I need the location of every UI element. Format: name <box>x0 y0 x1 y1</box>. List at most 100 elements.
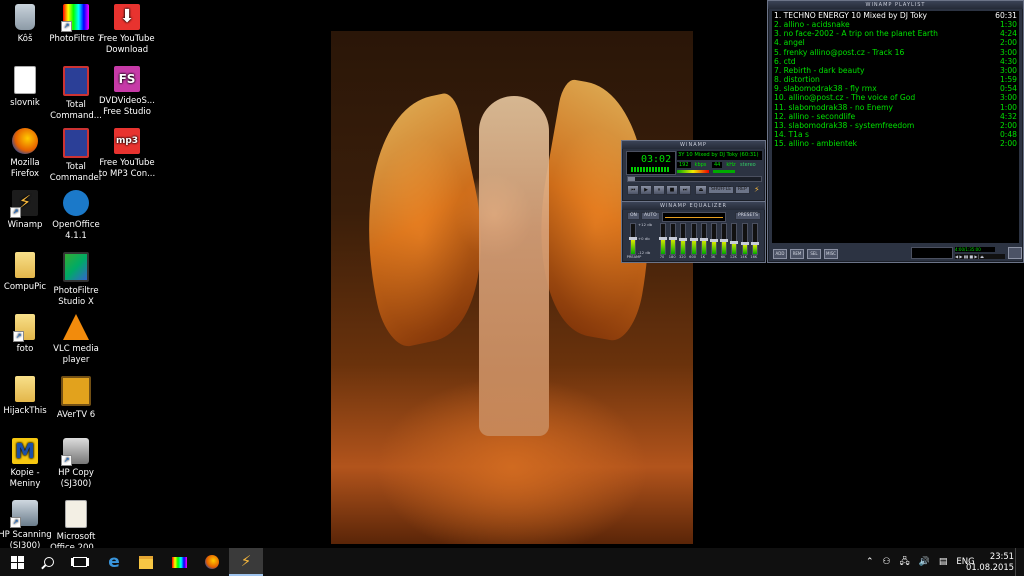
winamp-equalizer-window[interactable]: WINAMP EQUALIZER ON AUTO PRESETS +12 db … <box>621 201 766 263</box>
desktop-icon-hijackthis[interactable]: HijackThis <box>0 372 54 417</box>
desktop-icon-photofiltre-7[interactable]: ↗ PhotoFiltre 7 <box>47 0 105 45</box>
show-desktop-button[interactable] <box>1015 548 1024 576</box>
eq-band-slider[interactable] <box>679 223 688 255</box>
eject-icon[interactable]: ⏏ <box>695 185 707 195</box>
desktop-icon-avertv[interactable]: AVerTV 6 <box>47 372 105 421</box>
taskbar-explorer[interactable] <box>129 548 163 576</box>
eq-band-slider[interactable] <box>750 223 759 255</box>
eq-band-slider[interactable] <box>699 223 708 255</box>
winamp-seek-bar[interactable] <box>627 176 762 182</box>
network-icon[interactable]: 🖧 <box>900 554 910 570</box>
eq-band-knob[interactable] <box>740 242 749 246</box>
eq-on-toggle[interactable]: ON <box>627 212 640 220</box>
playlist-row[interactable]: 4. angel 2:00 <box>772 38 1019 47</box>
desktop-icon-photofiltre-studio[interactable]: PhotoFiltre Studio X <box>47 248 105 308</box>
eq-band-slider[interactable] <box>710 223 718 255</box>
eq-preamp-knob[interactable] <box>629 237 637 240</box>
winamp-playlist-window[interactable]: WINAMP PLAYLIST 1. TECHNO ENERGY 10 Mixe… <box>767 0 1024 263</box>
action-center-icon[interactable]: ▤ <box>939 557 948 567</box>
eq-preamp-slider[interactable] <box>629 223 637 255</box>
desktop-icon-recycle-bin[interactable]: Kôš <box>0 0 54 45</box>
winamp-visualizer[interactable] <box>631 167 669 172</box>
playlist-mini-controls[interactable]: ◀ ▶ ▮▮ ■ ▶| ⏏ <box>955 254 1005 259</box>
playlist-row[interactable]: 8. distortion 1:59 <box>772 75 1019 84</box>
playlist-row[interactable]: 7. Rebirth - dark beauty 3:00 <box>772 66 1019 75</box>
winamp-playlist-title-bar[interactable]: WINAMP PLAYLIST <box>768 1 1023 9</box>
playlist-row[interactable]: 15. allino - ambientek 2:00 <box>772 139 1019 148</box>
eq-band-slider[interactable] <box>740 223 749 255</box>
eq-auto-toggle[interactable]: AUTO <box>641 212 660 220</box>
eq-band-knob[interactable] <box>720 239 729 243</box>
desktop-icon-hp-scanning[interactable]: ↗ HP Scanning (SJ300) <box>0 496 54 552</box>
winamp-shuffle-button[interactable]: SHUFFLE <box>708 186 735 194</box>
eq-band-knob[interactable] <box>689 238 698 241</box>
pause-icon[interactable]: ⏸ <box>653 185 665 195</box>
task-view-button[interactable] <box>63 548 97 576</box>
eq-band-slider[interactable] <box>720 223 729 255</box>
volume-icon[interactable]: 🔊 <box>919 557 930 567</box>
play-icon[interactable]: ▶ <box>640 185 652 195</box>
playlist-row[interactable]: 5. frenky allino@post.cz - Track 16 3:00 <box>772 48 1019 57</box>
tray-app-icon[interactable]: ⚇ <box>883 557 891 567</box>
desktop-icon-total-commander-2[interactable]: Total Commander <box>47 124 105 184</box>
eq-presets-button[interactable]: PRESETS <box>735 212 761 220</box>
tray-overflow-chevron-icon[interactable]: ⌃ <box>866 557 874 567</box>
eq-band-slider[interactable] <box>730 223 739 255</box>
playlist-row[interactable]: 14. T1a s 0:48 <box>772 130 1019 139</box>
desktop-icon-ms-office[interactable]: Microsoft Office 200... <box>47 496 105 554</box>
playlist-row[interactable]: 2. allino - acidsnake 1:30 <box>772 20 1019 29</box>
desktop-icon-vlc[interactable]: VLC media player <box>47 310 105 366</box>
winamp-eq-title-bar[interactable]: WINAMP EQUALIZER <box>622 202 765 210</box>
stop-icon[interactable]: ■ <box>666 185 678 195</box>
desktop-icon-youtube-mp3[interactable]: mp3 Free YouTube to MP3 Con... <box>98 124 156 180</box>
taskbar-edge[interactable]: e <box>97 548 131 576</box>
desktop-icon-free-youtube-download[interactable]: ⬇ Free YouTube Download <box>98 0 156 56</box>
eq-band-knob[interactable] <box>699 238 708 241</box>
desktop-icon-hp-copy[interactable]: ↗ HP Copy (SJ300) <box>47 434 105 490</box>
next-icon[interactable]: ⏭ <box>679 185 691 195</box>
desktop-icon-foto[interactable]: ↗ foto <box>0 310 54 355</box>
previous-icon[interactable]: ⏮ <box>627 185 639 195</box>
desktop-icon-slovnik[interactable]: slovnik <box>0 62 54 109</box>
playlist-row[interactable]: 6. ctd 4:30 <box>772 57 1019 66</box>
playlist-row[interactable]: 12. allino - secondlife 4:32 <box>772 112 1019 121</box>
desktop-icon-firefox[interactable]: Mozilla Firefox <box>0 124 54 180</box>
desktop-icon-total-commander-1[interactable]: Total Command... <box>47 62 105 122</box>
desktop-icon-compupic[interactable]: CompuPic <box>0 248 54 293</box>
eq-band-slider[interactable] <box>689 223 698 255</box>
winamp-main-window[interactable]: WINAMP 03:02 3Y 10 Mixed by DJ Toky (60:… <box>621 140 766 202</box>
eq-band-knob[interactable] <box>730 240 739 244</box>
taskbar-winamp[interactable]: ⚡ <box>229 548 263 576</box>
desktop-icon-meniny[interactable]: M Kopie - Meniny <box>0 434 54 490</box>
desktop-icon-winamp[interactable]: ⚡ ↗ Winamp <box>0 186 54 231</box>
playlist-row[interactable]: 10. allino@post.cz - The voice of God 3:0… <box>772 93 1019 102</box>
playlist-select-button[interactable]: SEL <box>807 249 821 259</box>
playlist-misc-button[interactable]: MISC <box>824 249 838 259</box>
winamp-balance-slider[interactable] <box>713 170 735 173</box>
eq-band-knob[interactable] <box>679 238 688 241</box>
winamp-volume-slider[interactable] <box>677 170 709 173</box>
eq-band-knob[interactable] <box>710 239 718 243</box>
winamp-repeat-button[interactable]: REP <box>735 186 750 194</box>
playlist-add-button[interactable]: ADD <box>773 249 787 259</box>
desktop-icon-openoffice[interactable]: OpenOffice 4.1.1 <box>47 186 105 242</box>
start-button[interactable] <box>0 548 34 576</box>
taskbar-photofiltre[interactable] <box>162 548 196 576</box>
playlist-row[interactable]: 3. no face-2002 - A trip on the planet E… <box>772 29 1019 38</box>
eq-band-slider[interactable] <box>659 223 667 255</box>
playlist-row[interactable]: 13. slabomodrak38 - systemfreedom 2:00 <box>772 121 1019 130</box>
winamp-title-bar[interactable]: WINAMP <box>622 141 765 149</box>
playlist-row[interactable]: 1. TECHNO ENERGY 10 Mixed by DJ Toky 60:3… <box>772 11 1019 20</box>
taskbar-firefox[interactable] <box>195 548 229 576</box>
taskbar-clock[interactable]: 23:51 01.08.2015 <box>966 551 1014 573</box>
playlist-remove-button[interactable]: REM <box>790 249 804 259</box>
playlist-row[interactable]: 9. slabomodrak38 - fly rmx 0:54 <box>772 84 1019 93</box>
eq-band-knob[interactable] <box>659 236 667 240</box>
eq-band-slider[interactable] <box>669 223 678 255</box>
desktop-icon-dvdvideosoft[interactable]: FS DVDVideoS... Free Studio <box>98 62 156 118</box>
eq-band-knob[interactable] <box>750 242 759 246</box>
eq-band-knob[interactable] <box>669 236 678 240</box>
playlist-resize-handle[interactable] <box>1008 247 1022 259</box>
search-button[interactable] <box>32 548 66 576</box>
playlist-row[interactable]: 11. slabomodrak38 - no Enemy 1:00 <box>772 103 1019 112</box>
